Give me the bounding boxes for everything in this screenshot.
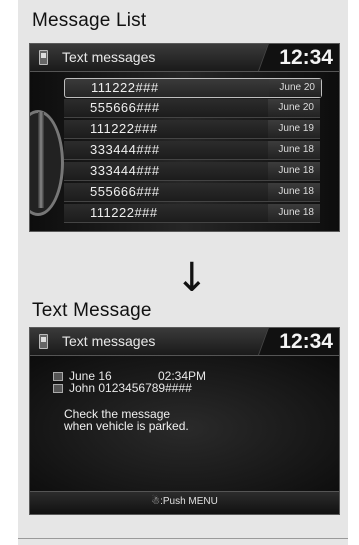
phone-icon: [39, 50, 48, 65]
down-arrow-icon: ↓: [175, 255, 209, 301]
message-date: June 18: [268, 204, 320, 222]
message-date: June 18: [268, 141, 320, 159]
sender: John 0123456789####: [69, 381, 192, 395]
message-row-4[interactable]: 333444### June 18: [64, 141, 320, 160]
text-message-screen: Text messages 12:34 June 16 02:34PM John…: [29, 327, 340, 515]
message-row-5[interactable]: 333444### June 18: [64, 162, 320, 181]
divider: [18, 538, 348, 539]
clock: 12:34: [279, 46, 333, 69]
message-list-screen: Text messages 12:34 111222### June 20 55…: [29, 43, 340, 232]
header-title: Text messages: [62, 333, 156, 349]
message-row-1[interactable]: 111222### June 20: [64, 78, 322, 98]
scroll-bar[interactable]: [38, 112, 44, 208]
header-bar: Text messages 12:34: [30, 44, 339, 72]
message-date: June 20: [269, 79, 321, 97]
section-title-message-list: Message List: [32, 10, 147, 31]
sender-number: 111222###: [90, 205, 158, 220]
message-row-7[interactable]: 111222### June 18: [64, 204, 320, 223]
message-row-2[interactable]: 555666### June 20: [64, 99, 320, 118]
header-title: Text messages: [62, 49, 156, 65]
phone-icon: [39, 334, 48, 349]
sender-number: 555666###: [90, 184, 160, 199]
sender-number: 333444###: [90, 163, 160, 178]
message-date: June 18: [268, 162, 320, 180]
contact-icon: [53, 384, 63, 394]
sender-line: John 0123456789####: [53, 381, 192, 395]
section-title-text-message: Text Message: [32, 300, 152, 321]
message-text-line-2: when vehicle is parked.: [64, 419, 189, 433]
message-body: June 16 02:34PM John 0123456789#### Chec…: [30, 356, 339, 501]
selector-knob-icon: [30, 110, 64, 216]
message-list: 111222### June 20 555666### June 20 1112…: [30, 72, 339, 231]
message-date: June 19: [268, 120, 320, 138]
clock: 12:34: [279, 330, 333, 353]
sender-number: 111222###: [90, 121, 158, 136]
message-row-3[interactable]: 111222### June 19: [64, 120, 320, 139]
message-date: June 18: [268, 183, 320, 201]
message-row-6[interactable]: 555666### June 18: [64, 183, 320, 202]
footer-bar: ☃:Push MENU: [30, 491, 339, 514]
header-bar: Text messages 12:34: [30, 328, 339, 356]
calendar-icon: [53, 372, 63, 382]
push-menu-hint: ☃:Push MENU: [151, 496, 218, 507]
sender-number: 111222###: [91, 80, 159, 95]
message-date: June 20: [268, 99, 320, 117]
sender-number: 555666###: [90, 100, 160, 115]
sender-number: 333444###: [90, 142, 160, 157]
